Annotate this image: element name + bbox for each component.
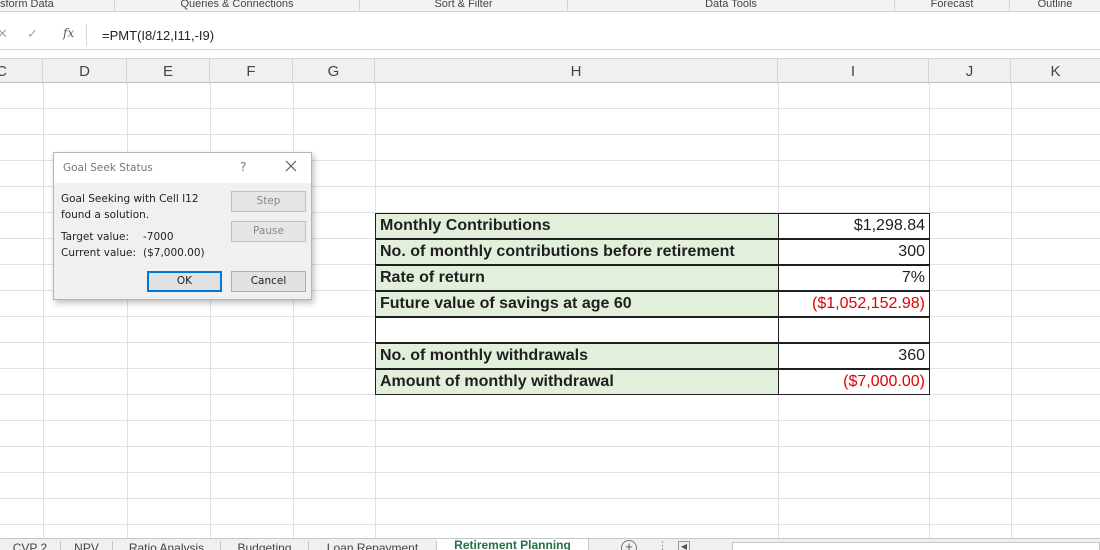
current-value: ($7,000.00): [143, 247, 205, 259]
cell-i9-value[interactable]: 300: [778, 239, 930, 265]
insert-function-icon[interactable]: fx: [63, 26, 74, 40]
column-header-d[interactable]: D: [43, 59, 127, 84]
gridline: [0, 446, 1100, 447]
sheet-tab-ratio-analysis[interactable]: Ratio Analysis: [113, 541, 221, 550]
ribbon-group-sort-filter: Sort & Filter: [360, 0, 568, 11]
ribbon-group-outline: Outline: [1037, 0, 1073, 10]
current-value-label: Current value:: [61, 247, 136, 259]
column-header-j[interactable]: J: [929, 59, 1011, 84]
sheet-tab-budgeting[interactable]: Budgeting: [221, 541, 309, 550]
cell-i11-value[interactable]: ($1,052,152.98): [778, 291, 930, 317]
scroll-left-icon[interactable]: ◀: [678, 541, 690, 550]
cell-h13-label[interactable]: No. of monthly withdrawals: [375, 343, 779, 369]
horizontal-scrollbar[interactable]: [732, 542, 1100, 550]
close-icon[interactable]: [282, 157, 300, 175]
ribbon-group-forecast: Forecast: [895, 0, 1010, 11]
cell-h11-label[interactable]: Future value of savings at age 60: [375, 291, 779, 317]
formula-input[interactable]: =PMT(I8/12,I11,-I9): [102, 28, 214, 43]
add-sheet-icon[interactable]: +: [621, 540, 637, 550]
help-icon[interactable]: ?: [240, 160, 246, 174]
column-headers: C D E F G H I J K: [0, 58, 1100, 84]
sheet-tab-loan-repayment[interactable]: Loan Repayment: [309, 541, 437, 550]
cell-i8-value[interactable]: $1,298.84: [778, 213, 930, 239]
gridline: [0, 498, 1100, 499]
cancel-entry-icon[interactable]: ✕: [0, 26, 8, 42]
formula-bar-divider: [86, 24, 87, 46]
column-header-c[interactable]: C: [0, 59, 43, 84]
ok-button[interactable]: OK: [147, 271, 222, 292]
enter-entry-icon[interactable]: ✓: [27, 26, 38, 42]
pause-button[interactable]: Pause: [231, 221, 306, 242]
cell-h12-label[interactable]: [375, 317, 779, 343]
dialog-message-line2: found a solution.: [61, 209, 150, 221]
dialog-message-line1: Goal Seeking with Cell I12: [61, 193, 199, 205]
cell-i12-value[interactable]: [778, 317, 930, 343]
gridline: [0, 472, 1100, 473]
gridline: [1011, 83, 1012, 538]
target-value: -7000: [143, 231, 174, 243]
gridline: [0, 108, 1100, 109]
cell-i14-value[interactable]: ($7,000.00): [778, 369, 930, 395]
cell-h10-label[interactable]: Rate of return: [375, 265, 779, 291]
formula-bar: ✕ ✓ fx =PMT(I8/12,I11,-I9): [0, 20, 1100, 50]
gridline: [0, 134, 1100, 135]
target-value-label: Target value:: [61, 231, 130, 243]
ribbon-group-transform-data: sform Data: [0, 0, 115, 11]
ribbon-group-queries-connections: Queries & Connections: [115, 0, 360, 11]
goal-seek-status-dialog: Goal Seek Status ? Goal Seeking with Cel…: [53, 152, 312, 300]
ribbon-group-data-tools: Data Tools: [568, 0, 895, 11]
step-button[interactable]: Step: [231, 191, 306, 212]
dialog-message: Goal Seeking with Cell I12 found a solut…: [61, 191, 221, 223]
gridline: [0, 420, 1100, 421]
sheet-tab-npv[interactable]: NPV: [61, 541, 113, 550]
cell-h9-label[interactable]: No. of monthly contributions before reti…: [375, 239, 779, 265]
cell-h14-label[interactable]: Amount of monthly withdrawal: [375, 369, 779, 395]
cell-i10-value[interactable]: 7%: [778, 265, 930, 291]
sheet-tab-bar: CVP 2 NPV Ratio Analysis Budgeting Loan …: [0, 538, 1100, 550]
gridline: [43, 83, 44, 538]
column-header-g[interactable]: G: [293, 59, 375, 84]
dialog-titlebar[interactable]: Goal Seek Status ?: [54, 153, 311, 183]
column-header-k[interactable]: K: [1011, 59, 1100, 84]
dialog-title: Goal Seek Status: [63, 162, 153, 174]
sheet-tab-cvp-2[interactable]: CVP 2: [0, 541, 61, 550]
gridline: [0, 524, 1100, 525]
column-header-f[interactable]: F: [210, 59, 293, 84]
column-header-e[interactable]: E: [127, 59, 210, 84]
column-header-h[interactable]: H: [375, 59, 778, 84]
ribbon-group-labels: sform Data Queries & Connections Sort & …: [0, 0, 1100, 12]
cancel-button[interactable]: Cancel: [231, 271, 306, 292]
cell-i13-value[interactable]: 360: [778, 343, 930, 369]
cell-h8-label[interactable]: Monthly Contributions: [375, 213, 779, 239]
column-header-i[interactable]: I: [778, 59, 929, 84]
sheet-tab-retirement-planning[interactable]: Retirement Planning: [437, 539, 589, 550]
tab-splitter-icon[interactable]: ⋮: [657, 539, 668, 550]
